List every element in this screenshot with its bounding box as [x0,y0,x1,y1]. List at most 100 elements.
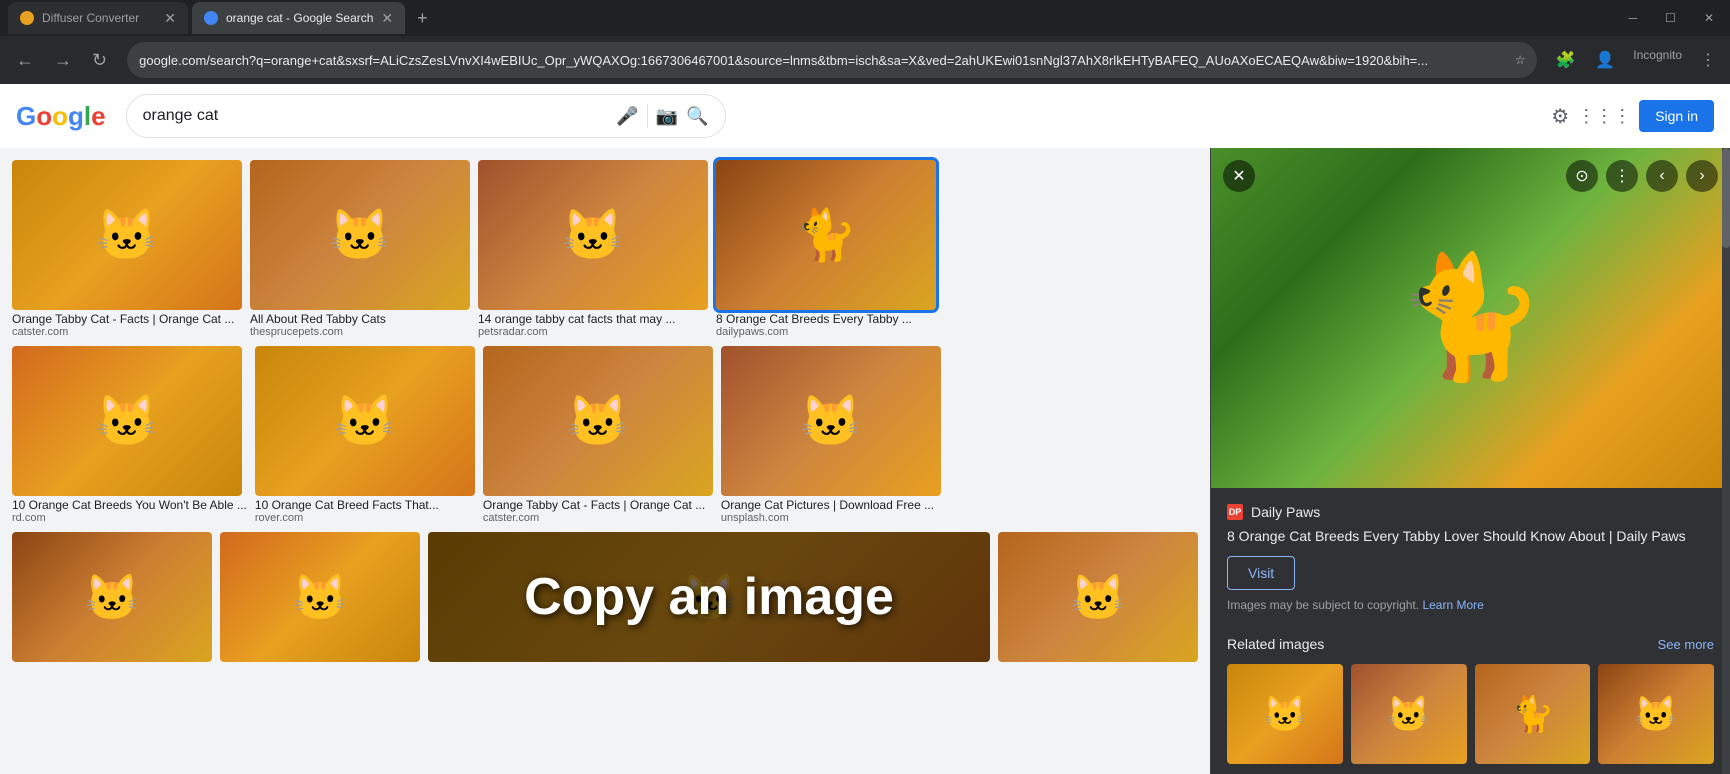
new-tab-button[interactable]: + [409,4,436,33]
panel-lens-button[interactable]: ⊙ [1566,160,1598,192]
minimize-button[interactable]: ─ [1621,7,1646,29]
grid-caption: 8 Orange Cat Breeds Every Tabby ... [716,312,936,326]
grid-cell: 🐱 10 Orange Cat Breeds You Won't Be Able… [12,346,247,524]
visit-button[interactable]: Visit [1227,556,1295,590]
right-panel: 🐈 ✕ ⊙ ⋮ ‹ › DP Daily Paws 8 Orange Cat B… [1210,148,1730,774]
image-grid: 🐱 Orange Tabby Cat - Facts | Orange Cat … [0,148,1210,774]
cat-image-2: 🐱 [250,160,470,310]
nav-toolbar: 🧩 👤 Incognito ⋮ [1549,44,1722,76]
grid-caption: 10 Orange Cat Breed Facts That... [255,498,475,512]
related-images-title: Related images [1227,636,1324,652]
panel-prev-button[interactable]: ‹ [1646,160,1678,192]
panel-image-container: 🐈 ✕ ⊙ ⋮ ‹ › [1211,148,1730,488]
cat-image-9: 🐱 [12,532,212,662]
panel-more-button[interactable]: ⋮ [1606,160,1638,192]
back-button[interactable]: ← [8,44,42,77]
reload-button[interactable]: ↻ [84,44,115,77]
search-input[interactable]: orange cat [143,107,609,125]
grid-item[interactable]: 🐱 [12,160,242,310]
grid-cell: 🐈 8 Orange Cat Breeds Every Tabby ... da… [716,160,936,338]
tab-close-google[interactable]: ✕ [381,10,393,27]
grid-item[interactable]: 🐱 [483,346,713,496]
cat-image-4: 🐈 [716,160,936,310]
grid-item[interactable]: 🐱 [998,532,1198,662]
grid-item-selected[interactable]: 🐈 [716,160,936,310]
grid-source: thesprucepets.com [250,326,470,338]
panel-close-button[interactable]: ✕ [1223,160,1255,192]
search-bar[interactable]: orange cat 🎤 📷 🔍 [126,94,726,138]
see-more-button[interactable]: See more [1658,637,1714,652]
panel-favicon: DP [1227,504,1243,520]
grid-item[interactable]: 🐱 [255,346,475,496]
grid-caption: Orange Cat Pictures | Download Free ... [721,498,941,512]
related-images-grid: 🐱 🐱 🐈 🐱 [1227,664,1714,764]
panel-copyright: Images may be subject to copyright. Lear… [1227,598,1714,612]
extensions-icon[interactable]: 🧩 [1549,44,1581,76]
grid-source: catster.com [12,326,242,338]
search-submit-icon[interactable]: 🔍 [686,106,708,127]
grid-row-3: 🐱 🐱 🐱 Copy an image 🐱 [12,532,1198,662]
grid-source: dailypaws.com [716,326,936,338]
mic-icon[interactable]: 🎤 [616,106,638,127]
google-apps-icon[interactable]: ⋮⋮⋮ [1577,106,1631,127]
tab-close-diffuser[interactable]: ✕ [164,10,176,27]
grid-item[interactable]: 🐱 [220,532,420,662]
grid-row-1: 🐱 Orange Tabby Cat - Facts | Orange Cat … [12,160,1198,338]
grid-item[interactable]: 🐱 [478,160,708,310]
tab-favicon-diffuser [20,11,34,25]
panel-info: DP Daily Paws 8 Orange Cat Breeds Every … [1211,488,1730,628]
star-icon[interactable]: ☆ [1515,53,1526,67]
cat-image-12: 🐱 [998,532,1198,662]
menu-icon[interactable]: ⋮ [1694,44,1722,76]
camera-icon[interactable]: 📷 [656,106,678,127]
grid-cell: 🐱 [220,532,420,662]
cat-image-5: 🐱 [12,346,242,496]
scrollbar-thumb[interactable] [1722,148,1730,248]
google-header: Google orange cat 🎤 📷 🔍 ⚙ ⋮⋮⋮ Sign in [0,84,1730,148]
forward-button[interactable]: → [46,44,80,77]
related-image-4[interactable]: 🐱 [1598,664,1714,764]
grid-item[interactable]: 🐱 [12,346,242,496]
grid-caption: 10 Orange Cat Breeds You Won't Be Able .… [12,498,247,512]
grid-source: rd.com [12,512,247,524]
tab-google-label: orange cat - Google Search [226,11,373,25]
incognito-label: Incognito [1629,44,1686,76]
tab-google[interactable]: orange cat - Google Search ✕ [192,2,405,34]
grid-cell: 🐱 Orange Cat Pictures | Download Free ..… [721,346,941,524]
related-image-3[interactable]: 🐈 [1475,664,1591,764]
tab-favicon-google [204,11,218,25]
grid-item[interactable]: 🐱 [721,346,941,496]
overlay: Copy an image [428,532,990,662]
grid-cell: 🐱 [998,532,1198,662]
profile-icon[interactable]: 👤 [1589,44,1621,76]
grid-item[interactable]: 🐱 [250,160,470,310]
tab-diffuser-label: Diffuser Converter [42,11,139,25]
grid-cell: 🐱 All About Red Tabby Cats thesprucepets… [250,160,470,338]
cat-image-8: 🐱 [721,346,941,496]
grid-item[interactable]: 🐱 [12,532,212,662]
panel-controls: ✕ ⊙ ⋮ ‹ › [1223,160,1718,192]
related-image-1[interactable]: 🐱 [1227,664,1343,764]
grid-item-overlay[interactable]: 🐱 Copy an image [428,532,990,662]
panel-related: Related images See more 🐱 🐱 🐈 🐱 [1211,628,1730,764]
grid-cell: 🐱 Copy an image [428,532,990,662]
panel-right-controls: ⊙ ⋮ ‹ › [1566,160,1718,192]
address-text: google.com/search?q=orange+cat&sxsrf=ALi… [139,53,1507,68]
panel-next-button[interactable]: › [1686,160,1718,192]
maximize-button[interactable]: ☐ [1657,7,1684,29]
cat-image-6: 🐱 [255,346,475,496]
settings-icon[interactable]: ⚙ [1551,104,1569,129]
search-divider [647,104,648,128]
scrollbar-track[interactable] [1722,148,1730,774]
grid-row-2: 🐱 10 Orange Cat Breeds You Won't Be Able… [12,346,1198,524]
learn-more-link[interactable]: Learn More [1422,598,1483,612]
sign-in-button[interactable]: Sign in [1639,100,1714,132]
related-image-2[interactable]: 🐱 [1351,664,1467,764]
address-bar[interactable]: google.com/search?q=orange+cat&sxsrf=ALi… [127,42,1537,78]
close-button[interactable]: ✕ [1696,7,1722,29]
tab-diffuser[interactable]: Diffuser Converter ✕ [8,2,188,34]
panel-main-image: 🐈 [1211,148,1730,488]
panel-title: 8 Orange Cat Breeds Every Tabby Lover Sh… [1227,528,1714,544]
grid-source: rover.com [255,512,475,524]
cat-image-10: 🐱 [220,532,420,662]
